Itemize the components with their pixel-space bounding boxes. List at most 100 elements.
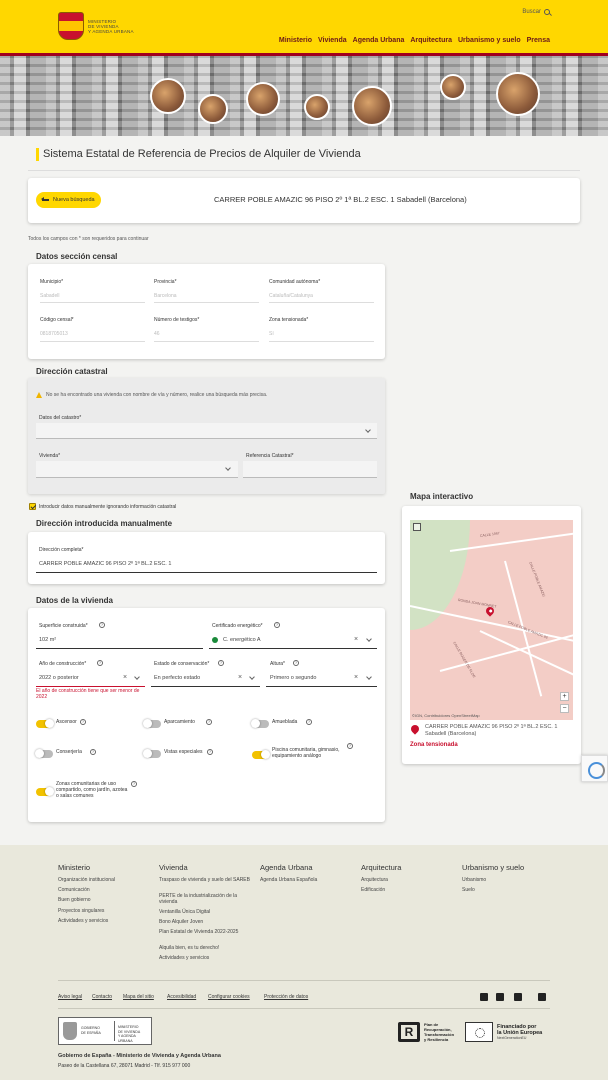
certificado-select[interactable]	[209, 648, 377, 649]
legal-link[interactable]: Protección de datos	[264, 994, 308, 1000]
prtr-logo[interactable]: R Plan de Recuperación, Transformación y…	[398, 1022, 454, 1042]
help-icon[interactable]: ?	[207, 749, 213, 755]
altura-label: Altura*	[270, 661, 286, 667]
direccion-completa-input[interactable]	[36, 572, 377, 573]
footer-col-agenda[interactable]: Agenda Urbana	[260, 863, 313, 872]
footer-link[interactable]: Arquitectura	[361, 877, 457, 883]
conserjeria-toggle[interactable]	[35, 749, 53, 758]
legal-link[interactable]: Configurar cookies	[208, 994, 250, 1000]
chevron-down-icon[interactable]	[249, 674, 255, 680]
testigos-value: 46	[154, 331, 160, 337]
footer-link[interactable]: Buen gobierno	[58, 897, 154, 903]
nav-vivienda[interactable]: Vivienda	[318, 37, 347, 44]
help-icon[interactable]: ?	[347, 743, 353, 749]
amueblada-toggle[interactable]	[251, 719, 269, 728]
referencia-catastral-label: Referencia Catastral*	[246, 453, 294, 459]
help-icon[interactable]: ?	[306, 719, 312, 725]
footer-link[interactable]: PERTE de la industrialización de la vivi…	[159, 893, 255, 905]
gobierno-logo[interactable]: GOBIERNO DE ESPAÑA MINISTERIO DE VIVIEND…	[58, 1017, 152, 1045]
interactive-map[interactable]: CALLE 1967 CALLE POBLE AMAZIC 96 RONDA J…	[410, 520, 573, 720]
help-icon[interactable]: ?	[274, 622, 280, 628]
footer-col-arquitectura[interactable]: Arquitectura	[361, 863, 401, 872]
flickr-icon[interactable]	[538, 993, 546, 1001]
footer-link[interactable]: Plan Estatal de Vivienda 2022-2025	[159, 929, 255, 935]
clear-icon[interactable]: ×	[123, 674, 127, 681]
help-icon[interactable]: ?	[90, 749, 96, 755]
nav-arquitectura[interactable]: Arquitectura	[410, 37, 452, 44]
clear-icon[interactable]: ×	[354, 674, 358, 681]
help-icon[interactable]: ?	[206, 719, 212, 725]
footer-link[interactable]: Organización institucional	[58, 877, 154, 883]
new-search-button[interactable]: Nueva búsqueda	[36, 192, 101, 208]
ministry-logo[interactable]: MINISTERIO DE VIVIENDA Y AGENDA URBANA	[58, 12, 134, 40]
altura-select[interactable]	[266, 686, 377, 687]
zonas-comunitarias-toggle[interactable]	[36, 787, 54, 796]
clear-icon[interactable]: ×	[354, 636, 358, 643]
vistas-toggle[interactable]	[143, 749, 161, 758]
footer-link[interactable]: Suelo	[462, 887, 558, 893]
youtube-icon[interactable]	[496, 993, 504, 1001]
footer-address: Paseo de la Castellana 67, 28071 Madrid …	[58, 1063, 191, 1069]
help-icon[interactable]: ?	[131, 781, 137, 787]
zona-tensionada-badge: Zona tensionada	[410, 742, 458, 748]
anio-select[interactable]	[36, 686, 145, 687]
footer-link[interactable]: Urbanismo	[462, 877, 558, 883]
ascensor-toggle[interactable]	[36, 719, 54, 728]
eu-logo[interactable]: Financiado por la Unión Europea NextGene…	[465, 1022, 542, 1042]
chevron-down-icon[interactable]	[366, 636, 372, 642]
vivienda-select[interactable]	[36, 461, 238, 478]
help-icon[interactable]: ?	[97, 660, 103, 666]
help-icon[interactable]: ?	[218, 660, 224, 666]
clear-icon[interactable]: ×	[238, 674, 242, 681]
legal-link[interactable]: Contacto	[92, 994, 112, 1000]
fullscreen-icon[interactable]	[413, 523, 421, 531]
piscina-toggle[interactable]	[252, 750, 270, 759]
zoom-in-button[interactable]: +	[560, 692, 569, 701]
aparcamiento-toggle[interactable]	[143, 719, 161, 728]
recaptcha-icon[interactable]	[581, 755, 608, 782]
nav-ministerio[interactable]: Ministerio	[279, 37, 312, 44]
eu-text: Financiado por la Unión Europea NextGene…	[497, 1024, 543, 1040]
required-note: Todos los campos con * son requeridos pa…	[28, 236, 149, 242]
codigo-censal-value: 0818705013	[40, 331, 68, 337]
datos-catastro-select[interactable]	[36, 423, 377, 439]
referencia-catastral-input[interactable]	[243, 461, 377, 478]
gobierno-text: GOBIERNO DE ESPAÑA	[81, 1026, 101, 1035]
anio-label: Año de construcción*	[39, 661, 87, 667]
nav-agenda-urbana[interactable]: Agenda Urbana	[353, 37, 405, 44]
footer-link[interactable]: Ventanilla Única Digital	[159, 909, 255, 915]
legal-link[interactable]: Accesibilidad	[167, 994, 196, 1000]
footer-col-ministerio[interactable]: Ministerio	[58, 863, 90, 872]
manual-data-checkbox[interactable]	[29, 503, 36, 510]
footer-link[interactable]: Traspaso de vivienda y suelo del SAREB	[159, 877, 255, 883]
chevron-down-icon[interactable]	[134, 674, 140, 680]
footer-link[interactable]: Alquila bien, es tu derecho!	[159, 945, 255, 951]
help-icon[interactable]: ?	[80, 719, 86, 725]
search-icon	[544, 9, 550, 15]
nav-urbanismo[interactable]: Urbanismo y suelo	[458, 37, 521, 44]
footer-link[interactable]: Actividades y servicios	[159, 955, 255, 961]
footer-col-vivienda[interactable]: Vivienda	[159, 863, 188, 872]
chevron-down-icon[interactable]	[366, 674, 372, 680]
legal-link[interactable]: Aviso legal	[58, 994, 82, 1000]
footer-link[interactable]: Comunicación	[58, 887, 154, 893]
footer-link[interactable]: Bono Alquiler Joven	[159, 919, 255, 925]
help-icon[interactable]: ?	[293, 660, 299, 666]
footer-link[interactable]: Proyectos singulares	[58, 908, 154, 914]
legal-link[interactable]: Mapa del sitio	[123, 994, 154, 1000]
piscina-label: Piscina comunitaria, gimnasio, equipamie…	[272, 747, 340, 759]
footer-link[interactable]: Edificación	[361, 887, 457, 893]
help-icon[interactable]: ?	[99, 622, 105, 628]
footer-link[interactable]: Agenda Urbana Española	[260, 877, 356, 883]
superficie-input[interactable]	[36, 648, 203, 649]
estado-select[interactable]	[151, 686, 260, 687]
footer-link[interactable]: Actividades y servicios	[58, 918, 154, 924]
twitter-icon[interactable]	[480, 993, 488, 1001]
instagram-icon[interactable]	[514, 993, 522, 1001]
direccion-completa-value: CARRER POBLE AMAZIC 96 PISO 2º 1ª BL.2 E…	[39, 561, 172, 567]
nav-prensa[interactable]: Prensa	[527, 37, 550, 44]
footer-col-urbanismo[interactable]: Urbanismo y suelo	[462, 863, 524, 872]
zoom-out-button[interactable]: −	[560, 704, 569, 713]
search-link[interactable]: Buscar	[522, 9, 550, 15]
anio-error: El año de construcción tiene que ser men…	[36, 688, 140, 700]
